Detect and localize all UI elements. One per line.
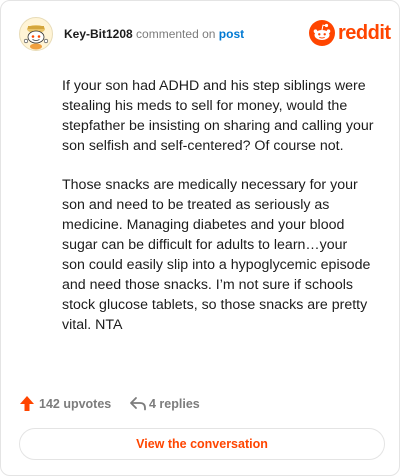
reddit-logo-icon (309, 20, 335, 46)
reddit-wordmark: reddit (338, 22, 391, 44)
upvote-stat[interactable]: 142 upvotes (19, 394, 129, 414)
post-link[interactable]: post (219, 27, 244, 41)
comment-byline: Key-Bit1208 commented on post (64, 26, 244, 42)
comment-paragraph: If your son had ADHD and his step siblin… (62, 78, 374, 154)
comment-body: If your son had ADHD and his step siblin… (62, 76, 374, 354)
comment-header: Key-Bit1208 commented on post reddit (19, 17, 391, 51)
reddit-brand[interactable]: reddit (309, 20, 391, 46)
upvote-count: 142 upvotes (39, 397, 112, 411)
upvote-arrow-icon (20, 396, 34, 411)
reply-count: 4 replies (149, 397, 200, 411)
reply-arrow-icon (130, 397, 146, 411)
username[interactable]: Key-Bit1208 (64, 27, 133, 41)
comment-stats: 142 upvotes 4 replies (19, 394, 381, 414)
reply-stat[interactable]: 4 replies (129, 394, 229, 414)
view-conversation-button[interactable]: View the conversation (19, 428, 385, 460)
byline-action: commented on (136, 27, 216, 41)
comment-paragraph: Those snacks are medically necessary for… (62, 177, 371, 333)
comment-card: Key-Bit1208 commented on post reddit If … (0, 0, 400, 476)
snoo-avatar-icon[interactable] (19, 17, 53, 51)
